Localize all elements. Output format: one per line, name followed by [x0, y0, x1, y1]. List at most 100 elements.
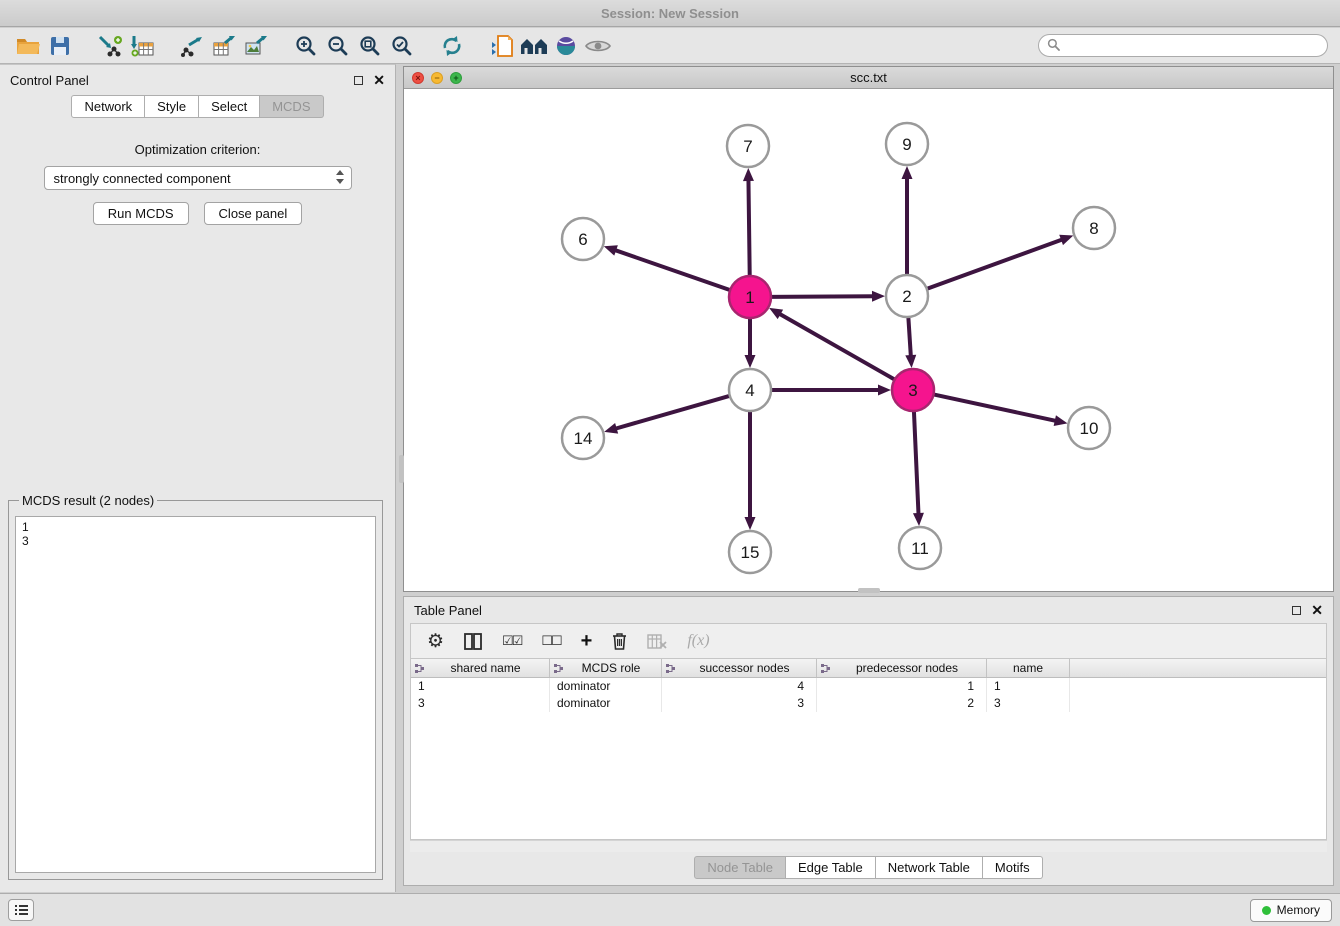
graph-edge-1-7[interactable] [748, 179, 749, 276]
graph-edge-3-1[interactable] [779, 313, 895, 379]
graph-edge-arrowhead [745, 517, 756, 530]
run-mcds-button[interactable]: Run MCDS [93, 202, 189, 225]
list-icon [14, 904, 29, 916]
table-cell: 1 [411, 678, 550, 695]
table-cell: 3 [987, 695, 1070, 712]
mcds-result-list[interactable]: 1 3 [15, 516, 376, 873]
memory-button[interactable]: Memory [1250, 899, 1332, 922]
optimization-criterion-select[interactable]: strongly connected component [44, 166, 352, 190]
export-network-button[interactable] [176, 31, 208, 61]
graph-edge-2-8[interactable] [927, 239, 1063, 289]
open-session-button[interactable] [12, 31, 44, 61]
table-row[interactable]: 1dominator411 [411, 678, 1326, 695]
table-panel: Table Panel ✕ ⚙ ☑☑ ☐☐ + f(x) shared name [403, 596, 1334, 886]
close-panel-button[interactable]: Close panel [204, 202, 303, 225]
tab-select[interactable]: Select [199, 95, 260, 118]
task-history-button[interactable] [8, 899, 34, 921]
table-cell: 1 [817, 678, 987, 695]
refresh-layout-button[interactable] [436, 31, 468, 61]
graph-edge-2-3[interactable] [908, 317, 911, 357]
float-table-panel-icon[interactable] [1292, 606, 1301, 615]
zoom-out-button[interactable] [322, 31, 354, 61]
table-horizontal-scrollbar[interactable] [410, 840, 1327, 852]
save-session-button[interactable] [44, 31, 76, 61]
window-minimize-icon[interactable]: − [431, 72, 443, 84]
tab-edge-table[interactable]: Edge Table [786, 856, 876, 879]
graph-node-label: 14 [574, 429, 593, 448]
show-graphics-details-button[interactable] [582, 31, 614, 61]
delete-table-button[interactable] [647, 634, 667, 649]
control-panel-header: Control Panel ✕ [0, 65, 395, 95]
app-titlebar: Session: New Session [0, 0, 1340, 27]
window-traffic-lights: × − + [412, 72, 462, 84]
graph-edge-arrowhead [604, 245, 618, 255]
tab-motifs[interactable]: Motifs [983, 856, 1043, 879]
document-arrows-icon [490, 34, 514, 58]
first-neighbors-button[interactable] [518, 31, 550, 61]
graph-node-label: 9 [902, 135, 911, 154]
graph-edge-4-14[interactable] [615, 396, 730, 429]
close-panel-icon[interactable]: ✕ [373, 72, 385, 89]
tab-network-table[interactable]: Network Table [876, 856, 983, 879]
tab-mcds[interactable]: MCDS [260, 95, 323, 118]
table-body-rows: 1dominator4113dominator323 [411, 678, 1326, 712]
unselect-all-columns-button[interactable]: ☐☐ [541, 633, 560, 649]
graph-edge-3-10[interactable] [934, 394, 1057, 421]
window-zoom-icon[interactable]: + [450, 72, 462, 84]
graph-node-label: 7 [743, 137, 752, 156]
graph-node-label: 6 [578, 230, 587, 249]
graph-edge-3-11[interactable] [914, 411, 919, 515]
select-all-columns-button[interactable]: ☑☑ [502, 633, 521, 649]
memory-label: Memory [1277, 903, 1320, 917]
zoom-selected-button[interactable] [386, 31, 418, 61]
graph-edge-arrowhead [745, 355, 756, 368]
table-cell: 4 [662, 678, 817, 695]
column-header-successor-nodes[interactable]: successor nodes [662, 659, 817, 677]
column-header-predecessor-nodes[interactable]: predecessor nodes [817, 659, 987, 677]
sort-icon [553, 663, 564, 674]
horizontal-splitter-handle[interactable] [858, 588, 880, 593]
columns-icon [464, 633, 482, 650]
palette-icon [555, 35, 577, 57]
show-columns-button[interactable] [464, 633, 482, 650]
column-header-mcds-role[interactable]: MCDS role [550, 659, 662, 677]
delete-column-button[interactable] [612, 632, 627, 650]
create-column-button[interactable]: + [581, 630, 593, 653]
refresh-icon [441, 35, 463, 57]
export-network-icon [180, 35, 204, 57]
table-row[interactable]: 3dominator323 [411, 695, 1326, 712]
float-panel-icon[interactable] [354, 76, 363, 85]
apply-style-button[interactable] [550, 31, 582, 61]
table-cell: 3 [411, 695, 550, 712]
tab-network[interactable]: Network [71, 95, 145, 118]
table-settings-button[interactable]: ⚙ [427, 630, 444, 653]
vertical-splitter-handle[interactable] [399, 455, 404, 483]
window-close-icon[interactable]: × [412, 72, 424, 84]
search-field[interactable] [1038, 34, 1328, 57]
tab-style[interactable]: Style [145, 95, 199, 118]
tab-node-table[interactable]: Node Table [694, 856, 786, 879]
close-table-panel-icon[interactable]: ✕ [1311, 602, 1323, 619]
column-header-name[interactable]: name [987, 659, 1070, 677]
search-input[interactable] [1065, 39, 1319, 53]
network-window-titlebar[interactable]: × − + scc.txt [404, 67, 1333, 89]
zoom-in-button[interactable] [290, 31, 322, 61]
document-share-button[interactable] [486, 31, 518, 61]
import-network-button[interactable] [94, 31, 126, 61]
graph-node-label: 8 [1089, 219, 1098, 238]
zoom-fit-button[interactable] [354, 31, 386, 61]
table-cell: 3 [662, 695, 817, 712]
network-canvas[interactable]: 7968124314101511 [404, 89, 1333, 591]
graph-edge-arrowhead [878, 385, 891, 396]
graph-edge-1-6[interactable] [614, 250, 730, 290]
column-header-shared-name[interactable]: shared name [411, 659, 550, 677]
import-table-button[interactable] [126, 31, 158, 61]
export-image-icon [244, 35, 268, 57]
table-cell: 2 [817, 695, 987, 712]
graph-edge-1-2[interactable] [771, 296, 874, 297]
memory-status-dot [1262, 906, 1271, 915]
table-panel-header: Table Panel ✕ [404, 597, 1333, 623]
export-image-button[interactable] [240, 31, 272, 61]
function-builder-button[interactable]: f(x) [687, 632, 709, 650]
export-table-button[interactable] [208, 31, 240, 61]
